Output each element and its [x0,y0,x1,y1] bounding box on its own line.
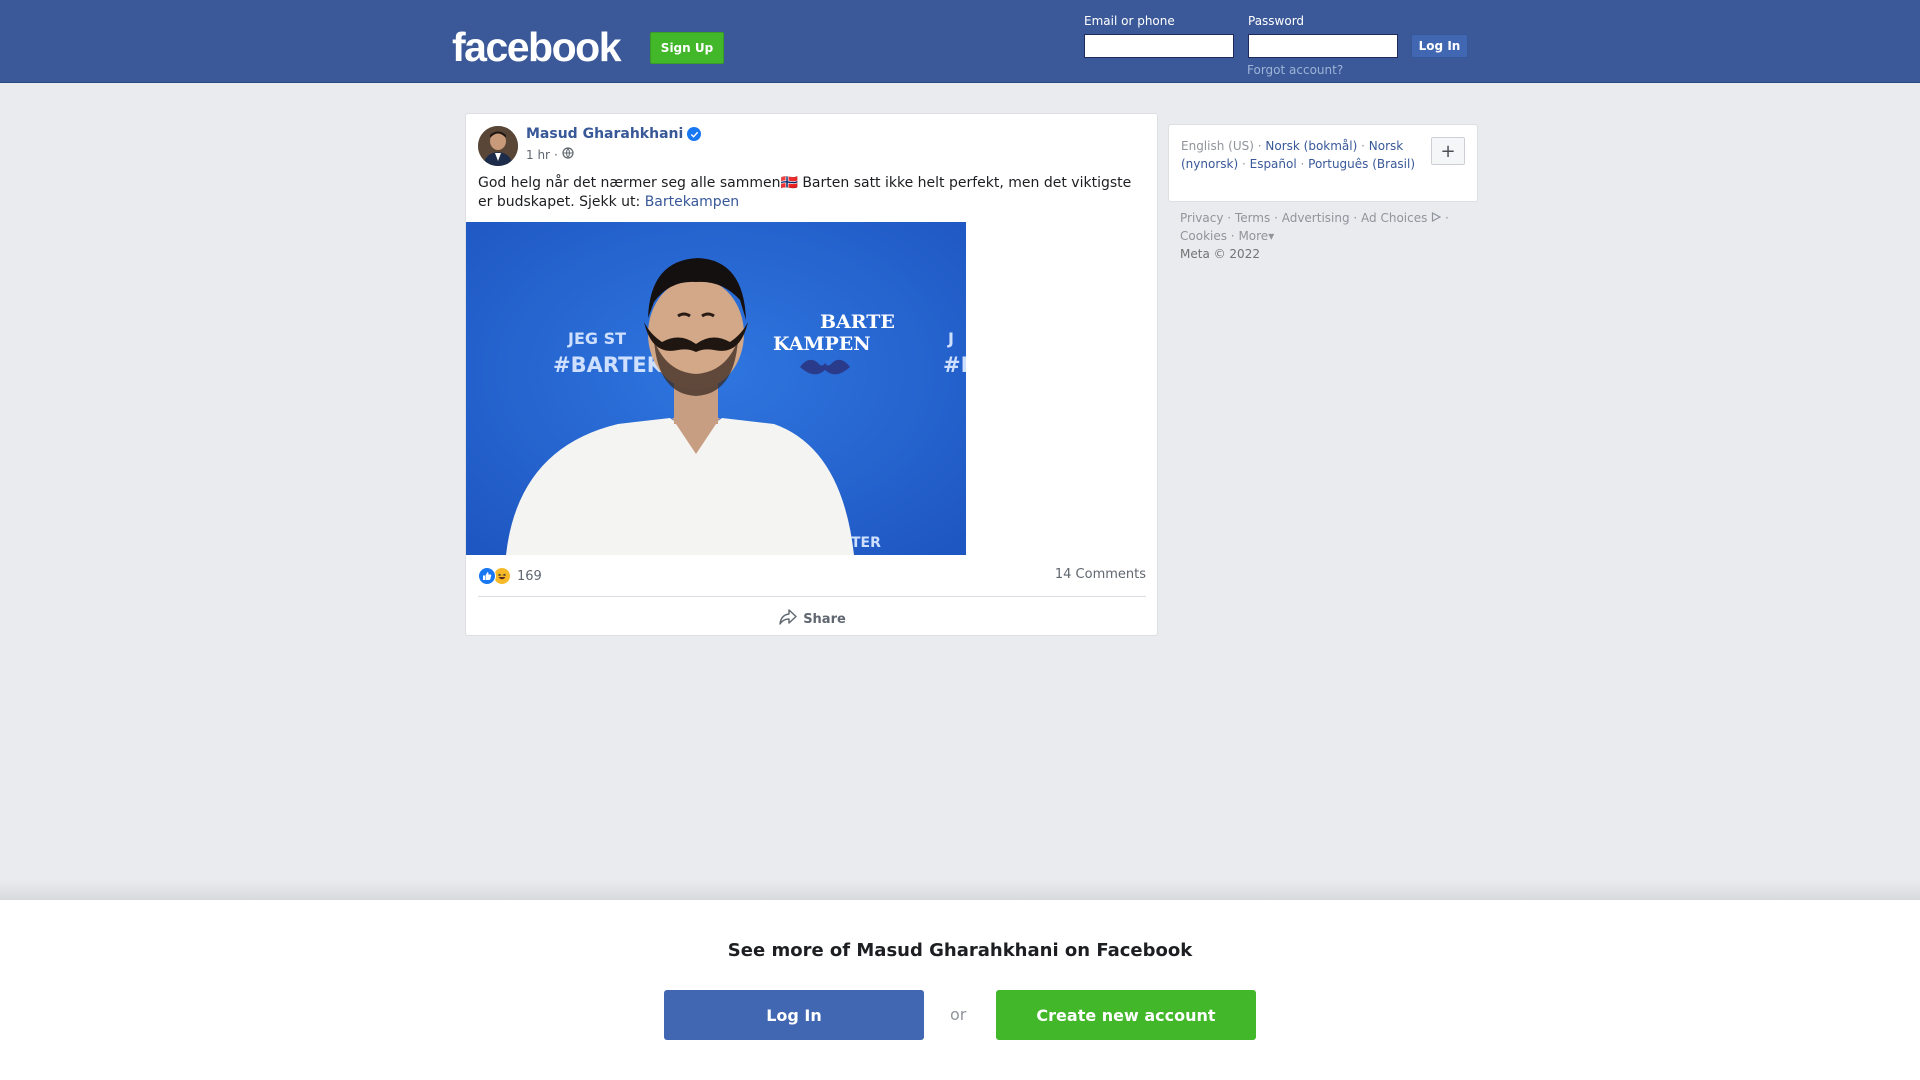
avatar[interactable] [478,126,518,166]
password-label: Password [1248,14,1305,28]
login-prompt-title: See more of Masud Gharahkhani on Faceboo… [727,940,1193,961]
globe-icon [562,147,574,162]
meta-separator: · [554,147,558,162]
actions-divider [478,596,1146,597]
ad-choices-icon [1431,211,1442,225]
post-author-link[interactable]: Masud Gharahkhani [526,126,702,142]
language-selector-card: English (US) · Norsk (bokmål) · Norsk (n… [1168,124,1478,202]
bottom-prompt-shadow [0,880,1920,900]
verified-badge-icon [687,127,702,141]
photo-text-1: JEG ST [567,329,626,348]
bartekampen-link[interactable]: Bartekampen [645,194,740,210]
top-navigation-bar: facebook Sign Up Email or phone Password… [0,0,1920,83]
photo-brand-1: BARTE [820,311,895,333]
photo-text-5: TER [851,535,881,551]
footer-link[interactable]: Cookies [1180,229,1227,243]
language-current: English (US) [1181,139,1254,153]
chevron-down-icon: ▾ [1268,229,1275,243]
photo-brand-2: KAMPEN [773,333,871,355]
reactions-summary[interactable]: 169 [478,567,542,585]
email-label: Email or phone [1084,14,1175,28]
copyright: Meta © 2022 [1180,247,1260,261]
header-login-button[interactable]: Log In [1411,34,1468,58]
footer-link[interactable]: Privacy [1180,211,1223,225]
create-account-button[interactable]: Create new account [996,990,1256,1040]
post-text: God helg når det nærmer seg alle sammen🇳… [478,174,1148,212]
post-meta: 1 hr · [526,147,574,162]
more-languages-button[interactable]: + [1431,137,1465,165]
post-stats: 169 14 Comments [478,566,1146,586]
share-label: Share [803,611,846,627]
footer-link[interactable]: Ad Choices [1361,211,1427,225]
login-button[interactable]: Log In [664,990,924,1040]
footer-link[interactable]: Terms [1235,211,1270,225]
or-separator: or [950,1005,967,1024]
language-option[interactable]: Português (Brasil) [1308,157,1415,171]
email-field[interactable] [1084,34,1234,58]
facebook-logo[interactable]: facebook [452,26,622,68]
photo-text-2: #BARTEK [553,353,664,377]
footer-link[interactable]: More [1238,229,1268,243]
password-field[interactable] [1248,34,1398,58]
post-card: Masud Gharahkhani 1 hr · God helg når de… [465,113,1158,636]
forgot-account-link[interactable]: Forgot account? [1247,63,1343,77]
share-icon [779,609,797,629]
footer-link[interactable]: Advertising [1282,211,1350,225]
language-list: English (US) · Norsk (bokmål) · Norsk (n… [1181,139,1416,171]
author-name[interactable]: Masud Gharahkhani [526,126,683,142]
reaction-count: 169 [517,568,542,584]
like-reaction-icon [478,567,496,585]
post-photo[interactable]: JEG ST #BARTEK BARTE KAMPEN J #B TER [466,222,966,555]
post-body: God helg når det nærmer seg alle sammen🇳… [478,175,1132,210]
footer-links: Privacy · Terms · Advertising · Ad Choic… [1180,209,1480,263]
post-timestamp[interactable]: 1 hr [526,148,550,162]
photo-text-4: #B [943,353,966,377]
photo-text-3: J [947,329,954,348]
login-prompt-panel: See more of Masud Gharahkhani on Faceboo… [0,900,1920,1080]
language-option[interactable]: Norsk (bokmål) [1265,139,1357,153]
language-option[interactable]: Español [1250,157,1297,171]
share-button[interactable]: Share [466,604,1159,634]
sign-up-button[interactable]: Sign Up [650,32,724,64]
comments-count-link[interactable]: 14 Comments [1055,567,1146,582]
